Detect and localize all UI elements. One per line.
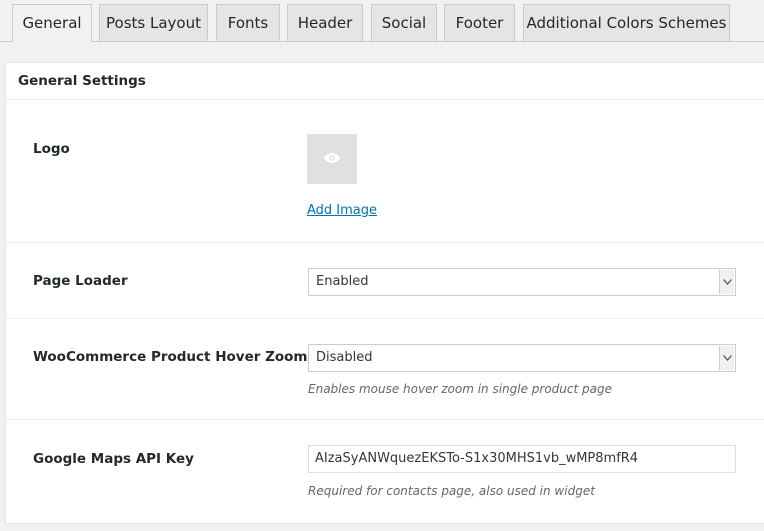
page-loader-value: Enabled bbox=[316, 274, 369, 289]
setting-row-google-maps-key: Google Maps API Key AIzaSyANWquezEKSTo-S… bbox=[6, 420, 764, 525]
chevron-down-icon bbox=[719, 346, 734, 370]
settings-page: General Posts Layout Fonts Header Social… bbox=[0, 0, 764, 531]
logo-preview[interactable] bbox=[307, 134, 357, 184]
tab-footer[interactable]: Footer bbox=[444, 4, 515, 41]
eye-icon bbox=[324, 153, 340, 163]
woocommerce-zoom-label: WooCommerce Product Hover Zoom bbox=[33, 349, 308, 365]
google-maps-key-input[interactable]: AIzaSyANWquezEKSTo-S1x30MHS1vb_wMP8mfR4 bbox=[308, 445, 736, 473]
google-maps-key-label: Google Maps API Key bbox=[33, 451, 194, 467]
panel-title: General Settings bbox=[6, 63, 764, 100]
woocommerce-zoom-select[interactable]: Disabled bbox=[308, 344, 736, 372]
woocommerce-zoom-value: Disabled bbox=[316, 350, 373, 365]
google-maps-key-description: Required for contacts page, also used in… bbox=[308, 484, 595, 498]
tab-additional-colors-schemes[interactable]: Additional Colors Schemes bbox=[523, 4, 730, 41]
woocommerce-zoom-description: Enables mouse hover zoom in single produ… bbox=[308, 382, 612, 396]
tab-header[interactable]: Header bbox=[287, 4, 363, 41]
page-loader-label: Page Loader bbox=[33, 273, 128, 289]
setting-row-woocommerce-zoom: WooCommerce Product Hover Zoom Disabled … bbox=[6, 319, 764, 420]
page-loader-select[interactable]: Enabled bbox=[308, 268, 736, 296]
setting-row-page-loader: Page Loader Enabled bbox=[6, 243, 764, 319]
tab-social[interactable]: Social bbox=[371, 4, 437, 41]
logo-label: Logo bbox=[33, 141, 70, 157]
setting-row-logo: Logo Add Image bbox=[6, 100, 764, 243]
tab-fonts[interactable]: Fonts bbox=[216, 4, 280, 41]
tab-posts-layout[interactable]: Posts Layout bbox=[99, 4, 208, 41]
chevron-down-icon bbox=[719, 270, 734, 294]
add-image-link[interactable]: Add Image bbox=[307, 203, 377, 218]
tab-general[interactable]: General bbox=[12, 4, 92, 42]
settings-tabs: General Posts Layout Fonts Header Social… bbox=[0, 0, 764, 42]
general-settings-panel: General Settings Logo Add Image Page Loa… bbox=[5, 62, 764, 524]
